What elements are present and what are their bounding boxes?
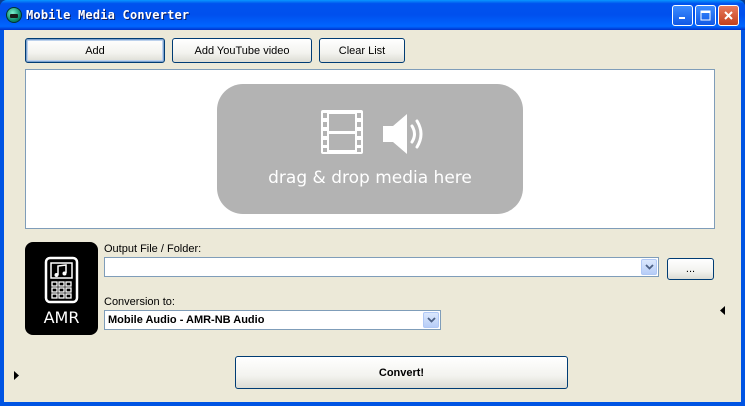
chevron-down-icon [644,264,654,270]
browse-button-label: ... [685,263,696,275]
drop-hint: drag & drop media here [217,84,523,214]
minimize-icon [679,17,685,19]
output-dropdown-button[interactable] [641,259,657,275]
expand-panel-left-icon[interactable] [720,306,726,315]
client-area: Add Add YouTube video Clear List drag & … [4,30,741,402]
format-tile[interactable]: AMR [25,242,98,335]
close-button[interactable] [718,5,739,26]
conversion-dropdown-button[interactable] [423,312,439,328]
media-list-dropzone[interactable]: drag & drop media here [25,69,715,229]
add-button[interactable]: Add [25,38,165,63]
phone-music-icon [44,256,79,304]
add-youtube-button[interactable]: Add YouTube video [172,38,312,63]
convert-button-label: Convert! [378,366,425,379]
speaker-icon [383,114,423,154]
format-label: AMR [43,308,80,327]
browse-button[interactable]: ... [667,258,714,280]
output-path-combo[interactable] [104,257,659,277]
maximize-icon [700,10,711,21]
app-icon [6,7,22,23]
maximize-button[interactable] [695,5,716,26]
add-button-label: Add [85,44,105,57]
conversion-label: Conversion to: [104,296,175,308]
app-window: Mobile Media Converter Add Add YouTube v… [0,0,745,406]
convert-button[interactable]: Convert! [235,356,568,389]
output-label: Output File / Folder: [104,243,202,255]
clear-list-button[interactable]: Clear List [319,38,405,63]
clear-list-button-label: Clear List [338,44,386,57]
drop-hint-text: drag & drop media here [268,168,472,188]
title-bar[interactable]: Mobile Media Converter [0,0,745,30]
expand-panel-right-icon[interactable] [14,371,20,380]
minimize-button[interactable] [672,5,693,26]
film-icon [321,110,363,154]
close-icon [724,11,733,20]
window-title: Mobile Media Converter [26,8,190,22]
conversion-selected-value: Mobile Audio - AMR-NB Audio [108,314,265,326]
chevron-down-icon [426,317,436,323]
conversion-select[interactable]: Mobile Audio - AMR-NB Audio [104,310,441,330]
add-youtube-button-label: Add YouTube video [194,44,290,57]
